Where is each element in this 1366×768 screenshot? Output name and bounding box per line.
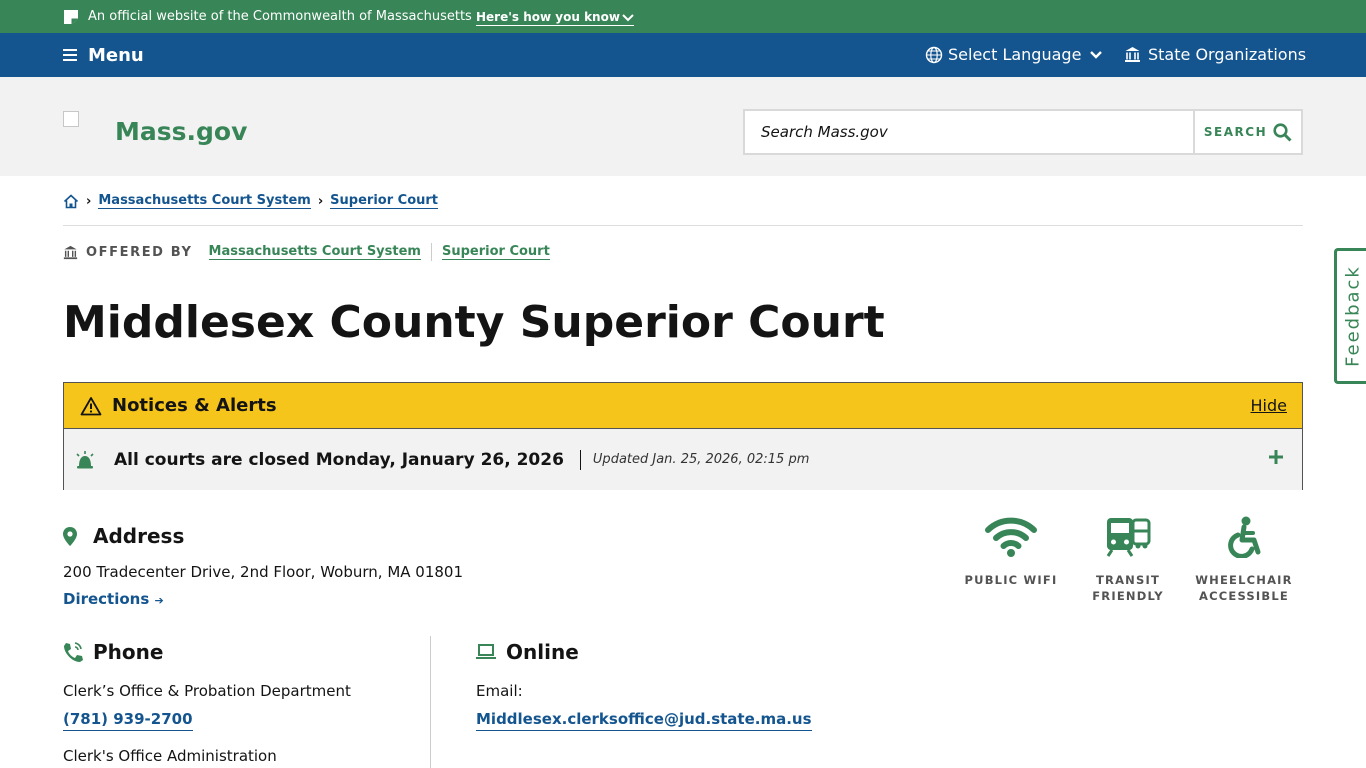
separator <box>579 449 581 470</box>
official-text: An official website of the Commonwealth … <box>88 9 472 24</box>
amenity-label-line1: WHEELCHAIR <box>1195 573 1293 587</box>
amenity-label-line2: ACCESSIBLE <box>1199 589 1289 603</box>
expand-plus-icon[interactable] <box>1268 449 1284 465</box>
search-input[interactable] <box>745 111 1193 153</box>
search-icon <box>1273 122 1292 142</box>
amenity-label-line1: TRANSIT <box>1095 573 1161 587</box>
breadcrumb: › Massachusetts Court System › Superior … <box>63 193 438 209</box>
amenity-wheelchair-accessible: WHEELCHAIR ACCESSIBLE <box>1184 516 1304 604</box>
laptop-icon <box>476 644 496 659</box>
utility-nav: Menu Select Language State Organizations <box>0 33 1366 77</box>
online-heading-text: Online <box>506 640 579 664</box>
breadcrumb-link-superior-court[interactable]: Superior Court <box>330 193 438 209</box>
chevron-right-icon: › <box>86 193 92 209</box>
address-heading-text: Address <box>93 524 185 548</box>
search-button[interactable]: SEARCH <box>1193 111 1301 153</box>
offered-by-court-system[interactable]: Massachusetts Court System <box>208 244 421 260</box>
hide-alerts-link[interactable]: Hide <box>1251 396 1287 415</box>
arrow-right-icon: ➔ <box>154 594 164 607</box>
state-organizations-link[interactable]: State Organizations <box>1124 45 1306 64</box>
official-banner: An official website of the Commonwealth … <box>0 0 1366 33</box>
separator <box>430 243 432 261</box>
menu-label: Menu <box>88 44 144 66</box>
alert-header: Notices & Alerts Hide <box>64 383 1302 429</box>
phone-label: Clerk's Office Administration <box>63 747 277 765</box>
menu-button[interactable]: Menu <box>63 43 144 67</box>
language-selector[interactable]: Select Language <box>925 45 1108 64</box>
alarm-bell-icon <box>76 450 94 468</box>
language-label: Select Language <box>948 45 1082 64</box>
address-heading: Address <box>63 524 184 548</box>
alert-item[interactable]: All courts are closed Monday, January 26… <box>64 429 1302 490</box>
amenity-public-wifi: PUBLIC WIFI <box>951 516 1071 588</box>
search-form: SEARCH <box>743 109 1303 155</box>
email-label: Email: <box>476 682 523 700</box>
directions-link[interactable]: Directions ➔ <box>63 590 164 608</box>
heres-how-label: Here's how you know <box>476 10 620 24</box>
amenity-label: PUBLIC WIFI <box>964 573 1058 587</box>
state-orgs-label: State Organizations <box>1148 45 1307 64</box>
home-icon[interactable] <box>63 193 79 209</box>
phone-heading: Phone <box>63 640 163 664</box>
building-icon <box>63 245 78 259</box>
flag-icon <box>64 10 78 24</box>
warning-icon <box>80 396 102 415</box>
notices-alerts: Notices & Alerts Hide All courts are clo… <box>63 382 1303 490</box>
column-divider <box>430 636 431 768</box>
phone-number-link[interactable]: (781) 939-2700 <box>63 710 193 731</box>
wifi-icon <box>985 517 1037 557</box>
chevron-right-icon: › <box>317 193 324 209</box>
transit-icon <box>1106 518 1151 557</box>
globe-icon <box>925 46 943 63</box>
wheelchair-icon <box>1228 516 1261 558</box>
feedback-tab[interactable]: Feedback <box>1334 248 1366 384</box>
search-button-label: SEARCH <box>1203 125 1268 139</box>
building-icon <box>1125 47 1140 62</box>
site-header: Mass.gov SEARCH <box>0 77 1366 176</box>
chevron-down-icon <box>622 14 634 22</box>
phone-icon <box>64 642 83 662</box>
chevron-down-icon <box>1090 50 1103 59</box>
breadcrumb-link-court-system[interactable]: Massachusetts Court System <box>98 193 311 209</box>
directions-label: Directions <box>63 590 150 608</box>
phone-heading-text: Phone <box>93 640 164 664</box>
offered-by-label: OFFERED BY <box>86 244 193 260</box>
feedback-label: Feedback <box>1342 265 1363 367</box>
hamburger-icon <box>63 46 77 64</box>
mass-seal-icon[interactable] <box>63 111 79 127</box>
offered-by-superior-court[interactable]: Superior Court <box>441 244 550 260</box>
email-link[interactable]: Middlesex.clerksoffice@jud.state.ma.us <box>476 710 812 731</box>
alert-updated: Updated Jan. 25, 2026, 02:15 pm <box>592 452 810 467</box>
site-logo-text[interactable]: Mass.gov <box>115 117 247 146</box>
address-line: 200 Tradecenter Drive, 2nd Floor, Woburn… <box>63 563 464 581</box>
map-pin-icon <box>63 526 77 546</box>
amenity-transit-friendly: TRANSIT FRIENDLY <box>1068 516 1188 604</box>
alert-title: Notices & Alerts <box>112 395 277 416</box>
phone-label: Clerk’s Office & Probation Department <box>63 682 351 700</box>
online-heading: Online <box>476 640 579 664</box>
amenity-label-line2: FRIENDLY <box>1092 589 1164 603</box>
alert-message: All courts are closed Monday, January 26… <box>114 449 564 470</box>
divider <box>63 225 1303 226</box>
page-title: Middlesex County Superior Court <box>63 297 885 348</box>
offered-by: OFFERED BY Massachusetts Court System Su… <box>63 243 550 261</box>
heres-how-toggle[interactable]: Here's how you know <box>476 10 634 26</box>
